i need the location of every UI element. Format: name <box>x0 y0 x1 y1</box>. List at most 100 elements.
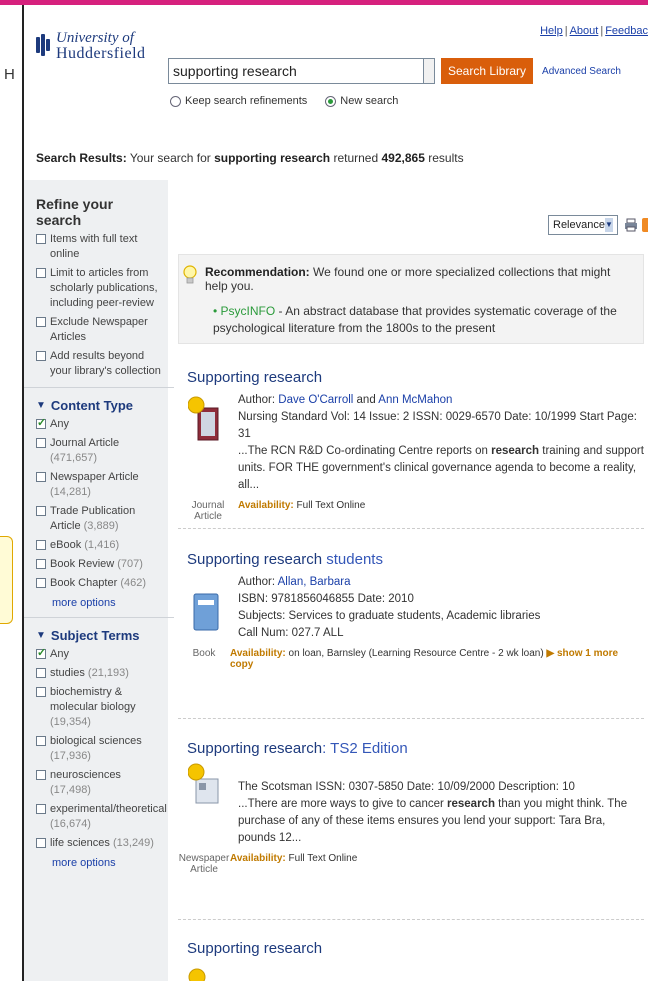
refine-option[interactable]: Exclude Newspaper Articles <box>36 315 162 345</box>
journal-article-icon[interactable] <box>188 396 222 442</box>
result-footer: Book Availability: on loan, Barnsley (Le… <box>178 648 644 670</box>
author-link[interactable]: Ann McMahon <box>378 394 452 406</box>
search-input-scrollbar[interactable] <box>424 58 435 84</box>
author-label: Author: <box>238 576 278 588</box>
summary-prefix: Your search for <box>126 151 215 165</box>
about-link[interactable]: About <box>570 25 599 37</box>
bullet-icon: • <box>213 304 221 318</box>
side-tooltip-box <box>0 536 13 624</box>
result-title-link[interactable]: Supporting research <box>187 940 644 957</box>
facet-item[interactable]: Trade Publication Article (3,889) <box>36 504 162 534</box>
newspaper-icon[interactable] <box>188 763 222 809</box>
result-body: Author: Dave O'Carroll and Ann McMahon N… <box>178 392 644 494</box>
full-text-badge-icon <box>188 968 206 981</box>
result-title-link[interactable]: Supporting research students <box>187 551 644 568</box>
facet-item[interactable]: life sciences (13,249) <box>36 836 162 851</box>
result-meta: The Scotsman ISSN: 0307-5850 Date: 10/09… <box>238 781 575 793</box>
facet-label: experimental/theoretical <box>50 803 167 815</box>
checkbox-icon <box>36 268 46 278</box>
facet-count: (1,416) <box>84 539 120 551</box>
recommendation-label: Recommendation: <box>205 265 310 279</box>
summary-count: 492,865 <box>381 151 425 165</box>
sort-controls: Relevance ▼ <box>548 215 648 235</box>
checkbox-icon <box>36 438 46 448</box>
facet-item[interactable]: Newspaper Article (14,281) <box>36 470 162 500</box>
subject-terms-more-options[interactable]: more options <box>52 857 162 869</box>
author-link[interactable]: Dave O'Carroll <box>278 394 353 406</box>
subject-terms-heading[interactable]: ▼ Subject Terms <box>36 628 162 643</box>
result-type: Journal Article <box>191 500 225 522</box>
facet-item[interactable]: neurosciences (17,498) <box>36 768 162 798</box>
result-snippet: ...There are more ways to give to cancer… <box>238 796 644 847</box>
refine-option[interactable]: Add results beyond your library's collec… <box>36 349 162 379</box>
result-title-link[interactable]: Supporting research <box>187 369 644 386</box>
result-callnum: Call Num: 027.7 ALL <box>238 627 344 639</box>
availability-text: Full Text Online <box>285 853 358 864</box>
facet-label: eBook <box>50 539 85 551</box>
facet-count: (13,249) <box>112 837 154 849</box>
facet-item[interactable]: studies (21,193) <box>36 666 162 681</box>
content-type-more-options[interactable]: more options <box>52 597 162 609</box>
left-gutter <box>0 5 22 981</box>
new-search-radio[interactable]: New search <box>325 95 398 107</box>
print-icon[interactable] <box>624 218 638 232</box>
facet-count: (19,354) <box>50 716 91 728</box>
university-logo[interactable]: University of Huddersfield <box>36 30 146 62</box>
result-title-bold: Supporting research <box>187 740 323 757</box>
search-input[interactable] <box>168 58 424 84</box>
collapse-triangle-icon: ▼ <box>36 400 46 411</box>
results-summary: Search Results: Your search for supporti… <box>36 151 464 165</box>
feedback-link[interactable]: Feedbac <box>605 25 648 37</box>
checkbox-icon <box>36 506 46 516</box>
facet-item[interactable]: Book Chapter (462) <box>36 576 162 591</box>
refine-option[interactable]: Limit to articles from scholarly publica… <box>36 266 162 311</box>
facet-item[interactable]: biological sciences (17,936) <box>36 734 162 764</box>
facet-label: studies <box>50 667 88 679</box>
result-footer: Newspaper Article Availability: Full Tex… <box>178 853 644 875</box>
snippet-text: ...The RCN R&D Co-ordinating Centre repo… <box>238 445 492 457</box>
checkbox-icon <box>36 540 46 550</box>
facet-item[interactable]: eBook (1,416) <box>36 538 162 553</box>
advanced-search-link[interactable]: Advanced Search <box>542 66 621 77</box>
checkbox-icon <box>36 770 46 780</box>
search-library-button[interactable]: Search Library <box>441 58 534 84</box>
content-type-heading[interactable]: ▼ Content Type <box>36 398 162 413</box>
refine-option-label: Add results beyond your library's collec… <box>50 350 161 377</box>
refine-option[interactable]: Items with full text online <box>36 232 162 262</box>
facet-count: (471,657) <box>50 452 98 464</box>
snippet-text: ...There are more ways to give to cancer <box>238 798 448 810</box>
refine-option-label: Items with full text online <box>50 233 138 260</box>
facet-label: Any <box>50 648 69 660</box>
result-type: Book <box>192 648 216 659</box>
logo-crest-icon <box>36 34 50 56</box>
result-meta: Nursing Standard Vol: 14 Issue: 2 ISSN: … <box>238 411 637 440</box>
help-link[interactable]: Help <box>540 25 563 37</box>
checkbox-checked-icon <box>36 646 46 661</box>
facet-item[interactable]: Any <box>36 416 162 432</box>
radio-selected-icon <box>325 95 337 107</box>
facet-label: Any <box>50 418 69 430</box>
summary-suffix: results <box>424 151 464 165</box>
author-link[interactable]: Allan, Barbara <box>278 576 351 588</box>
keep-refinements-radio[interactable]: Keep search refinements <box>170 95 307 107</box>
sort-select[interactable]: Relevance ▼ <box>548 215 618 235</box>
facet-count: (17,498) <box>50 784 91 796</box>
result-body: The Scotsman ISSN: 0307-5850 Date: 10/09… <box>178 763 644 847</box>
result-divider <box>178 919 644 920</box>
facet-item[interactable]: Book Review (707) <box>36 557 162 572</box>
logo-line-2: Huddersfield <box>56 45 146 62</box>
psycinfo-link[interactable]: PsycINFO <box>221 304 276 318</box>
facet-count: (462) <box>120 577 147 589</box>
rss-icon[interactable] <box>642 218 648 232</box>
refine-panel: Refine your search Items with full text … <box>24 180 174 981</box>
facet-count: (707) <box>117 558 143 570</box>
facet-item[interactable]: Journal Article (471,657) <box>36 436 162 466</box>
result-title-link[interactable]: Supporting research: TS2 Edition <box>187 740 644 757</box>
result-subjects: Subjects: Services to graduate students,… <box>238 610 541 622</box>
facet-label: Book Chapter <box>50 577 121 589</box>
facet-item[interactable]: experimental/theoretical (16,674) <box>36 802 167 832</box>
facet-item[interactable]: Any <box>36 646 162 662</box>
facet-item[interactable]: biochemistry & molecular biology (19,354… <box>36 685 162 730</box>
result-item: Supporting research <box>178 940 644 981</box>
book-icon[interactable] <box>188 590 222 636</box>
